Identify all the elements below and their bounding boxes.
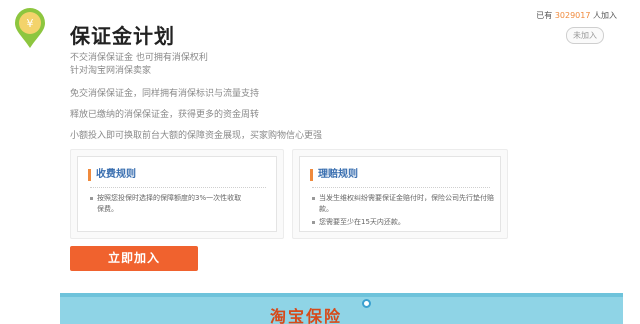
- page-title: 保证金计划: [70, 24, 175, 48]
- divider: [90, 187, 266, 188]
- join-count-suffix: 人加入: [593, 11, 617, 20]
- fee-rule-item: 按照您投保时选择的保障额度的3%一次性收取保费。: [90, 193, 247, 215]
- claim-rules-box: 理赔规则 当发生维权纠纷需要保证金赔付时，保险公司先行垫付赔款。 您需要至少在1…: [292, 149, 508, 239]
- claim-rules-title: 理赔规则: [310, 169, 358, 181]
- subtitle-line-1: 不交消保保证金 也可拥有消保权利: [70, 53, 208, 63]
- divider: [312, 187, 490, 188]
- bullet-icon: [312, 197, 315, 200]
- fee-rules-title: 收费规则: [88, 169, 136, 181]
- subtitle-line-2: 针对淘宝网消保卖家: [70, 66, 152, 76]
- claim-rule-item-2: 您需要至少在15天内还款。: [312, 217, 499, 228]
- claim-rule-text-2: 您需要至少在15天内还款。: [319, 218, 405, 226]
- join-status-button[interactable]: 未加入: [566, 27, 604, 44]
- claim-rules-panel: 理赔规则 当发生维权纠纷需要保证金赔付时，保险公司先行垫付赔款。 您需要至少在1…: [299, 156, 501, 232]
- fee-rule-text: 按照您投保时选择的保障额度的3%一次性收取保费。: [97, 194, 242, 213]
- bullet-icon: [312, 221, 315, 224]
- benefit-line-1: 免交消保保证金，同样拥有消保标识与流量支持: [70, 89, 260, 99]
- benefit-line-3: 小额投入即可换取前台大额的保障资金展现，买家购物信心更强: [70, 131, 323, 141]
- bullet-icon: [90, 197, 93, 200]
- banner-stripe: [60, 293, 623, 297]
- join-count-prefix: 已有: [536, 11, 553, 20]
- join-count-text: 已有 3029017 人加入: [536, 10, 617, 21]
- banner-title: 淘宝保险: [270, 307, 343, 324]
- fee-rules-panel: 收费规则 按照您投保时选择的保障额度的3%一次性收取保费。: [77, 156, 277, 232]
- logo-symbol: ¥: [27, 17, 34, 30]
- fee-rules-box: 收费规则 按照您投保时选择的保障额度的3%一次性收取保费。: [70, 149, 284, 239]
- logo-icon: ¥: [12, 6, 48, 50]
- join-count-number: 3029017: [554, 11, 591, 20]
- taobao-insurance-banner[interactable]: 淘宝保险: [60, 293, 623, 324]
- claim-rule-text-1: 当发生维权纠纷需要保证金赔付时，保险公司先行垫付赔款。: [319, 194, 494, 213]
- location-pin-icon: [362, 299, 371, 308]
- claim-rule-item-1: 当发生维权纠纷需要保证金赔付时，保险公司先行垫付赔款。: [312, 193, 499, 215]
- join-now-button[interactable]: 立即加入: [70, 246, 198, 271]
- benefit-line-2: 释放已缴纳的消保保证金，获得更多的资金周转: [70, 110, 260, 120]
